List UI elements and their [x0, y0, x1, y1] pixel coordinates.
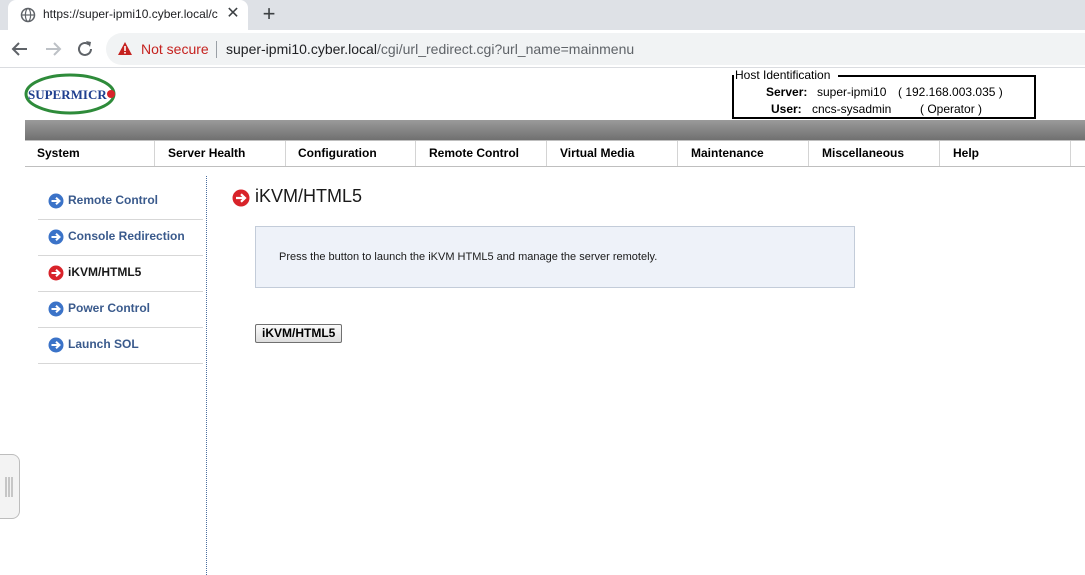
menu-remote-control[interactable]: Remote Control: [417, 141, 547, 166]
warning-triangle-icon: [118, 42, 132, 55]
user-role: ( Operator ): [920, 102, 983, 116]
sidebar-item-console-redirection[interactable]: Console Redirection: [38, 219, 203, 256]
header-band: [25, 120, 1085, 140]
menu-miscellaneous[interactable]: Miscellaneous: [810, 141, 940, 166]
arrow-circle-blue-icon: [48, 301, 64, 317]
url-path: /cgi/url_redirect.cgi?url_name=mainmenu: [376, 41, 635, 57]
sidebar-item-remote-control[interactable]: Remote Control: [38, 183, 203, 220]
main-menu-bar: System Server Health Configuration Remot…: [25, 140, 1085, 167]
launch-ikvm-html5-button[interactable]: iKVM/HTML5: [255, 324, 343, 343]
svg-text:SUPERMICR: SUPERMICR: [28, 87, 107, 102]
sidebar-item-label: Console Redirection: [68, 229, 185, 243]
address-separator: [216, 41, 217, 58]
host-identification-legend: Host Identification: [734, 68, 832, 82]
sidebar-item-label: iKVM/HTML5: [68, 265, 142, 279]
grip-icon: [5, 477, 13, 497]
info-panel: Press the button to launch the iKVM HTML…: [255, 226, 855, 288]
arrow-circle-blue-icon: [48, 337, 64, 353]
sidebar-item-power-control[interactable]: Power Control: [38, 291, 203, 328]
close-icon[interactable]: ✕: [224, 5, 242, 23]
menu-server-health[interactable]: Server Health: [156, 141, 286, 166]
arrow-circle-red-icon: [48, 265, 64, 281]
globe-icon: [20, 7, 36, 23]
server-label: Server:: [766, 85, 808, 99]
server-ip: ( 192.168.003.035 ): [898, 85, 1003, 99]
browser-toolbar: Not secure super-ipmi10.cyber.local/cgi/…: [0, 30, 1085, 68]
menu-system[interactable]: System: [25, 141, 155, 166]
page-title: iKVM/HTML5: [255, 186, 363, 206]
browser-tab-strip: https://super-ipmi10.cyber.local/c ✕ +: [0, 0, 1085, 30]
menu-maintenance[interactable]: Maintenance: [679, 141, 809, 166]
arrow-circle-blue-icon: [48, 193, 64, 209]
arrow-circle-blue-icon: [48, 229, 64, 245]
url-text[interactable]: super-ipmi10.cyber.local/cgi/url_redirec…: [226, 41, 634, 57]
server-value: super-ipmi10: [817, 85, 887, 99]
menu-help[interactable]: Help: [941, 141, 1071, 166]
user-label: User:: [771, 102, 802, 116]
arrow-circle-red-icon: [232, 189, 250, 207]
url-host: super-ipmi10.cyber.local: [226, 41, 377, 57]
user-value: cncs-sysadmin: [812, 102, 892, 116]
forward-arrow-icon[interactable]: [42, 38, 64, 60]
sidebar-item-ikvm-html5[interactable]: iKVM/HTML5: [38, 255, 203, 292]
supermicro-logo: SUPERMICR: [24, 73, 116, 115]
sidebar-divider[interactable]: [206, 176, 207, 575]
menu-configuration[interactable]: Configuration: [286, 141, 416, 166]
back-arrow-icon[interactable]: [9, 38, 31, 60]
browser-tab[interactable]: https://super-ipmi10.cyber.local/c ✕: [8, 0, 248, 30]
sidebar-collapse-handle[interactable]: [0, 454, 20, 519]
sidebar-item-label: Remote Control: [68, 193, 158, 207]
new-tab-button[interactable]: +: [258, 3, 280, 25]
sidebar-item-label: Launch SOL: [68, 337, 139, 351]
info-text: Press the button to launch the iKVM HTML…: [279, 251, 658, 263]
tab-title: https://super-ipmi10.cyber.local/c: [43, 7, 218, 21]
address-bar[interactable]: Not secure super-ipmi10.cyber.local/cgi/…: [106, 33, 1085, 65]
host-box-top-border: [838, 75, 1034, 77]
sidebar-item-launch-sol[interactable]: Launch SOL: [38, 327, 203, 364]
reload-icon[interactable]: [74, 38, 96, 60]
menu-virtual-media[interactable]: Virtual Media: [548, 141, 678, 166]
not-secure-label[interactable]: Not secure: [141, 41, 209, 57]
sidebar-item-label: Power Control: [68, 301, 151, 315]
